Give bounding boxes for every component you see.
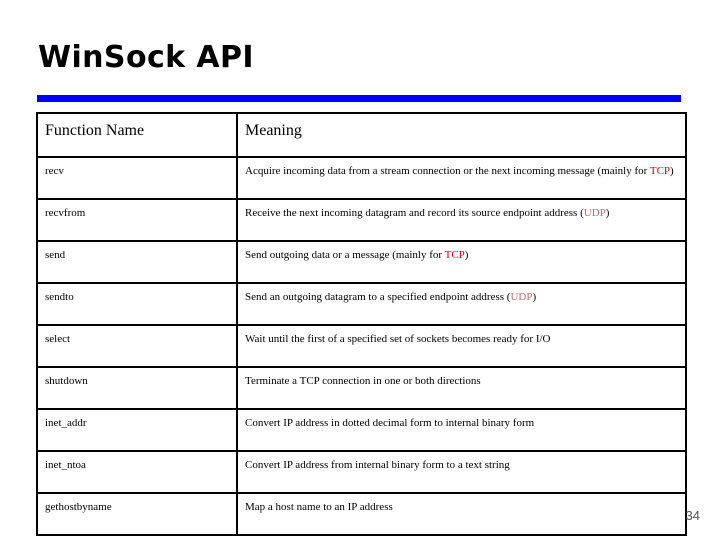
function-name-cell: inet_ntoa [36,450,238,494]
function-name-cell: recv [36,156,238,200]
column-header-meaning: Meaning [236,112,687,158]
meaning-cell: Terminate a TCP connection in one or bot… [236,366,687,410]
meaning-cell: Send outgoing data or a message (mainly … [236,240,687,284]
table-row: shutdown Terminate a TCP connection in on… [36,366,687,410]
meaning-text: Send outgoing data or a message (mainly … [245,249,445,261]
meaning-text: Convert IP address in dotted decimal for… [245,417,535,429]
meaning-text: ) [464,249,469,261]
table-header: Function Name Meaning [36,112,687,158]
function-name-cell: send [36,240,238,284]
table-row: recvfrom Receive the next incoming datagr… [36,198,687,242]
title-underline-rule [37,95,681,102]
table-row: select Wait until the first of a specifie… [36,324,687,368]
meaning-text: Wait until the first of a specified set … [245,333,551,345]
column-header-function-name: Function Name [36,112,238,158]
meaning-text: Terminate a TCP connection in one or bot… [245,375,481,387]
meaning-text: Convert IP address from internal binary … [245,459,510,471]
protocol-label-tcp: TCP [444,249,465,261]
function-name-cell: select [36,324,238,368]
meaning-text: ) [670,165,674,177]
protocol-label-udp: UDP [510,291,533,303]
meaning-text: ) [532,291,537,303]
protocol-label-tcp: TCP [649,165,671,177]
page-number: 34 [685,508,700,523]
meaning-text: Receive the next incoming datagram and r… [245,207,584,219]
slide-canvas: WinSock API Function Name Meaning recv Ac… [0,0,720,540]
table-row: inet_addr Convert IP address in dotted de… [36,408,687,452]
meaning-cell: Wait until the first of a specified set … [236,324,687,368]
protocol-label-udp: UDP [583,207,606,219]
function-name-cell: gethostbyname [36,492,238,536]
meaning-cell: Send an outgoing datagram to a specified… [236,282,687,326]
function-name-cell: recvfrom [36,198,238,242]
meaning-cell: Convert IP address from internal binary … [236,450,687,494]
meaning-cell: Receive the next incoming datagram and r… [236,198,687,242]
function-name-cell: inet_addr [36,408,238,452]
page-title: WinSock API [38,40,254,75]
table-header-row: Function Name Meaning [36,112,687,158]
meaning-text: ) [605,207,610,219]
table-row: sendto Send an outgoing datagram to a spe… [36,282,687,326]
table-body: recv Acquire incoming data from a stream … [36,156,687,536]
function-name-cell: shutdown [36,366,238,410]
meaning-cell: Map a host name to an IP address [236,492,687,536]
table-row: inet_ntoa Convert IP address from interna… [36,450,687,494]
table-row: send Send outgoing data or a message (mai… [36,240,687,284]
meaning-cell: Acquire incoming data from a stream conn… [236,156,687,200]
meaning-text: Acquire incoming data from a stream conn… [245,165,650,177]
table-row: recv Acquire incoming data from a stream … [36,156,687,200]
function-name-cell: sendto [36,282,238,326]
meaning-cell: Convert IP address in dotted decimal for… [236,408,687,452]
meaning-text: Send an outgoing datagram to a specified… [245,291,511,303]
meaning-text: Map a host name to an IP address [245,501,393,513]
table-row: gethostbyname Map a host name to an IP ad… [36,492,687,536]
winsock-api-table: Function Name Meaning recv Acquire incomi… [36,112,687,536]
